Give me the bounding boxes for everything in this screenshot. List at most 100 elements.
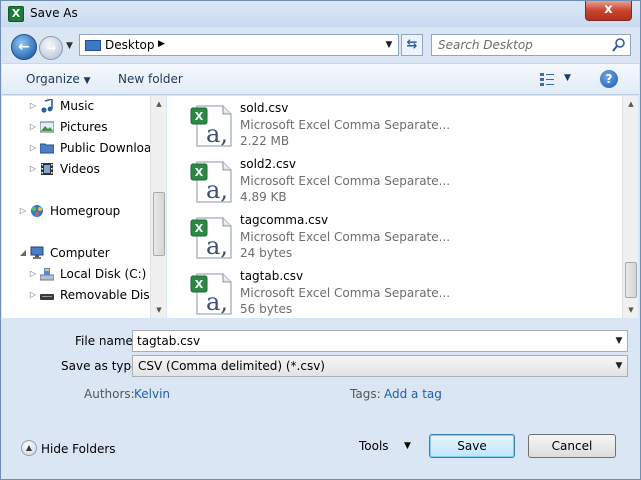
sidebar-item-music[interactable]: ▷ Music [2, 97, 150, 115]
expand-arrow-icon[interactable]: ▷ [28, 118, 38, 136]
close-button[interactable]: x [585, 1, 632, 21]
expand-arrow-icon[interactable]: ▷ [28, 265, 38, 283]
search-box[interactable] [431, 34, 631, 56]
address-bar[interactable]: Desktop ▶ ▼ [79, 34, 399, 56]
removable-drive-icon [40, 294, 54, 300]
svg-text:a,: a, [206, 232, 228, 260]
sidebar-item-homegroup[interactable]: ▷ Homegroup [2, 202, 150, 220]
file-scroll-thumb[interactable] [625, 262, 637, 298]
nav-pane-scrollbar[interactable]: ▲ ▼ [150, 96, 166, 318]
command-toolbar: Organize ▼ New folder ▼ ? [2, 63, 639, 95]
title-bar: X Save As x [1, 1, 640, 27]
file-size: 4.89 KB [240, 190, 287, 204]
recent-pages-dropdown[interactable]: ▼ [66, 41, 73, 51]
organize-menu-button[interactable]: Organize ▼ [26, 72, 91, 86]
sidebar-item-label: Music [60, 99, 95, 113]
file-type: Microsoft Excel Comma Separate... [240, 286, 451, 300]
csv-file-icon: X a, [190, 273, 232, 316]
tools-menu-button[interactable]: Tools [359, 439, 389, 453]
change-view-icon[interactable] [540, 72, 554, 86]
scroll-down-arrow-icon[interactable]: ▼ [623, 302, 638, 318]
nav-scroll-thumb[interactable] [153, 192, 165, 256]
tags-label: Tags: [350, 387, 381, 401]
sidebar-item-pictures[interactable]: ▷ Pictures [2, 118, 150, 136]
file-type: Microsoft Excel Comma Separate... [240, 174, 451, 188]
save-as-type-select[interactable]: CSV (Comma delimited) (*.csv) ▼ [132, 355, 628, 377]
sidebar-item-label: Pictures [60, 120, 108, 134]
file-name-input[interactable] [133, 331, 609, 351]
csv-file-icon: X a, [190, 217, 232, 260]
file-name: sold2.csv [240, 157, 296, 171]
save-as-type-value: CSV (Comma delimited) (*.csv) [138, 359, 325, 373]
collapse-arrow-icon[interactable]: ◢ [18, 244, 28, 262]
expand-arrow-icon[interactable]: ▷ [28, 139, 38, 157]
sidebar-item-label: Videos [60, 162, 100, 176]
sidebar-item-label: Public Download [60, 141, 159, 155]
expand-arrow-icon[interactable]: ▷ [28, 286, 38, 304]
hide-folders-button[interactable]: Hide Folders [41, 442, 116, 456]
breadcrumb-arrow-icon[interactable]: ▶ [158, 39, 165, 49]
file-item-sold-csv[interactable]: X a, sold.csv Microsoft Excel Comma Sepa… [185, 98, 615, 150]
file-name-dropdown-icon[interactable]: ▼ [611, 331, 627, 351]
sidebar-item-public-downloads[interactable]: ▷ Public Download [2, 139, 159, 157]
authors-value[interactable]: Kelvin [134, 387, 170, 401]
hide-folders-chevron-icon[interactable]: ▲ [21, 440, 37, 456]
svg-text:a,: a, [206, 288, 228, 316]
sidebar-item-removable-disk[interactable]: ▷ Removable Disk ( [2, 286, 165, 304]
sidebar-item-computer[interactable]: ◢ Computer [2, 244, 150, 262]
pictures-icon [40, 121, 54, 133]
sidebar-item-label: Local Disk (C:) [60, 267, 147, 281]
scroll-up-arrow-icon[interactable]: ▲ [623, 96, 638, 112]
file-name: tagcomma.csv [240, 213, 329, 227]
homegroup-icon [31, 205, 43, 217]
svg-text:a,: a, [206, 120, 228, 148]
address-dropdown-button[interactable]: ▼ [380, 35, 398, 55]
sidebar-item-videos[interactable]: ▷ Videos [2, 160, 150, 178]
csv-file-icon: X a, [190, 105, 232, 148]
back-button[interactable]: ← [11, 34, 37, 60]
drive-icon [40, 268, 54, 281]
search-icon[interactable] [612, 37, 626, 53]
file-size: 24 bytes [240, 246, 293, 260]
breadcrumb-desktop[interactable]: Desktop [105, 38, 155, 52]
save-button[interactable]: Save [429, 434, 515, 458]
search-input[interactable] [432, 35, 610, 55]
expand-arrow-icon[interactable]: ▷ [28, 160, 38, 178]
svg-text:X: X [195, 110, 204, 123]
sidebar-item-local-disk-c[interactable]: ▷ Local Disk (C:) [2, 265, 150, 283]
folder-icon [40, 143, 54, 154]
file-size: 56 bytes [240, 302, 293, 316]
file-name: tagtab.csv [240, 269, 304, 283]
cancel-button[interactable]: Cancel [528, 434, 616, 458]
help-icon[interactable]: ? [600, 70, 618, 88]
svg-text:a,: a, [206, 176, 228, 204]
file-item-tagtab-csv[interactable]: X a, tagtab.csv Microsoft Excel Comma Se… [185, 266, 615, 318]
file-name-combobox[interactable]: ▼ [132, 330, 628, 352]
view-options-dropdown[interactable]: ▼ [564, 73, 571, 83]
tools-dropdown-icon[interactable]: ▼ [404, 441, 411, 451]
videos-icon [41, 163, 53, 175]
svg-text:X: X [195, 166, 204, 179]
csv-file-icon: X a, [190, 161, 232, 204]
new-folder-button[interactable]: New folder [118, 72, 183, 86]
authors-label: Authors: [84, 387, 135, 401]
file-size: 2.22 MB [240, 134, 290, 148]
file-list: X a, sold.csv Microsoft Excel Comma Sepa… [167, 96, 638, 318]
sidebar-item-label: Homegroup [50, 204, 121, 218]
scroll-down-arrow-icon[interactable]: ▼ [151, 302, 166, 318]
save-as-type-dropdown-icon[interactable]: ▼ [611, 356, 627, 376]
expand-arrow-icon[interactable]: ▷ [28, 97, 38, 115]
file-list-scrollbar[interactable]: ▲ ▼ [622, 96, 638, 318]
music-icon [41, 99, 53, 113]
expand-arrow-icon[interactable]: ▷ [18, 202, 28, 220]
file-item-sold2-csv[interactable]: X a, sold2.csv Microsoft Excel Comma Sep… [185, 154, 615, 206]
file-name-label: File name: [75, 334, 137, 348]
refresh-button[interactable]: ⇆ [401, 34, 423, 56]
add-tag-link[interactable]: Add a tag [384, 387, 442, 401]
save-as-type-label: Save as type: [61, 359, 143, 373]
scroll-up-arrow-icon[interactable]: ▲ [151, 96, 166, 112]
svg-text:X: X [195, 278, 204, 291]
file-item-tagcomma-csv[interactable]: X a, tagcomma.csv Microsoft Excel Comma … [185, 210, 615, 262]
window-title: Save As [30, 6, 78, 20]
forward-button[interactable]: → [39, 36, 63, 60]
